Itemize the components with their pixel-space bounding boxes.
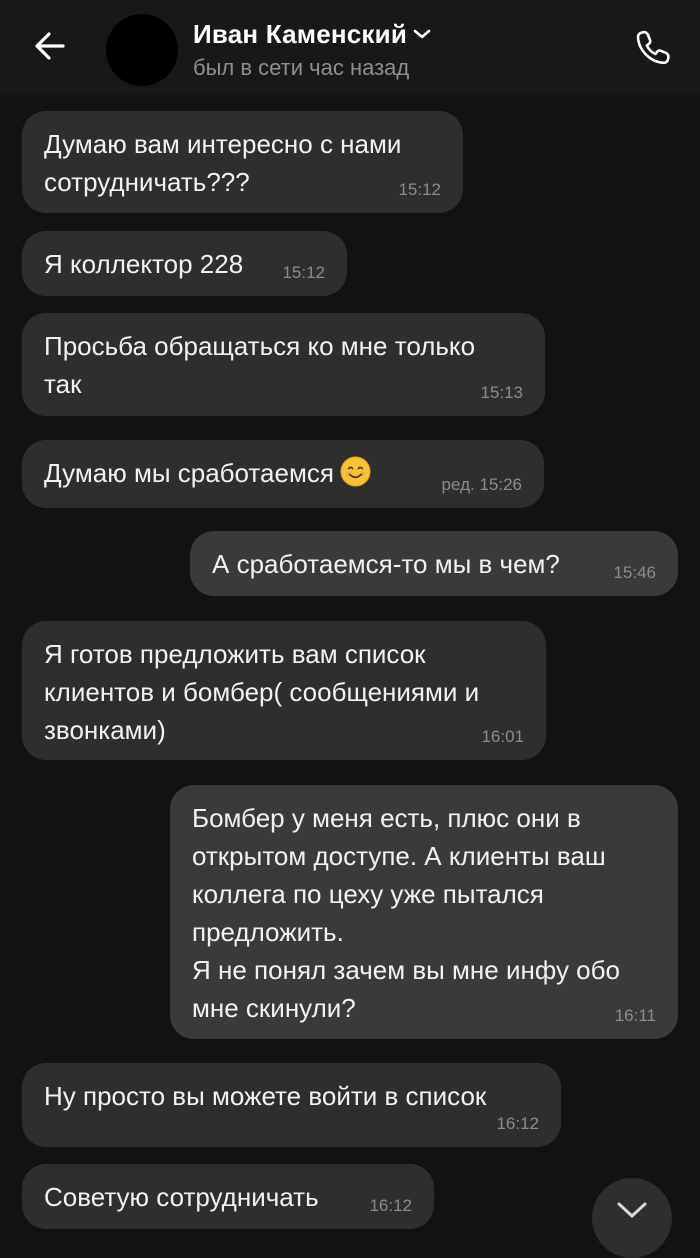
message-bubble-incoming[interactable]: Я готов предложить вам список клиентов и… xyxy=(22,621,546,760)
contact-status: был в сети час назад xyxy=(193,55,410,80)
message-bubble-outgoing[interactable]: Бомбер у меня есть, плюс они в открытом … xyxy=(170,785,678,1039)
message-time: 15:12 xyxy=(282,263,325,282)
message-text: Думаю вам интересно с нами сотрудничать?… xyxy=(44,129,402,197)
message-bubble-incoming[interactable]: Думаю вам интересно с нами сотрудничать?… xyxy=(22,111,463,213)
message-time: 15:13 xyxy=(480,383,523,402)
call-button[interactable] xyxy=(630,24,676,70)
message-time: 15:46 xyxy=(613,563,656,582)
contact-name[interactable]: Иван Каменский xyxy=(193,19,431,50)
message-time: 16:12 xyxy=(496,1114,539,1133)
message-bubble-outgoing[interactable]: А сработаемся-то мы в чем? 15:46 xyxy=(190,531,678,596)
message-bubble-incoming[interactable]: Ну просто вы можете войти в список 16:12 xyxy=(22,1063,561,1147)
contact-name-text: Иван Каменский xyxy=(193,19,407,49)
phone-icon xyxy=(636,30,670,65)
message-text: Просьба обращаться ко мне только так xyxy=(44,331,476,399)
message-time: 16:12 xyxy=(369,1196,412,1215)
message-bubble-incoming[interactable]: Советую сотрудничать 16:12 xyxy=(22,1164,434,1229)
arrow-left-icon xyxy=(35,32,65,60)
chat-header: Иван Каменский был в сети час назад xyxy=(0,0,700,95)
message-text-content: Думаю мы сработаемся xyxy=(44,458,334,488)
message-text: Ну просто вы можете войти в список xyxy=(44,1081,487,1111)
back-button[interactable] xyxy=(28,24,72,68)
chevron-down-icon xyxy=(617,1202,647,1218)
message-time: 16:11 xyxy=(614,1006,656,1025)
message-time: 16:01 xyxy=(481,727,524,746)
message-time: 15:12 xyxy=(398,180,441,199)
message-text: Советую сотрудничать xyxy=(44,1182,319,1212)
message-text: А сработаемся-то мы в чем? xyxy=(212,549,560,579)
message-text: Я готов предложить вам список клиентов и… xyxy=(44,639,480,745)
chevron-down-icon xyxy=(413,29,431,39)
avatar[interactable] xyxy=(106,14,178,86)
message-time: ред. 15:26 xyxy=(441,475,522,494)
scroll-to-bottom-button[interactable] xyxy=(592,1178,672,1258)
message-bubble-incoming[interactable]: Просьба обращаться ко мне только так 15:… xyxy=(22,313,545,416)
smiling-face-emoji xyxy=(340,456,371,487)
message-bubble-incoming[interactable]: Думаю мы сработаемся ред. 15:26 xyxy=(22,440,544,508)
message-bubble-incoming[interactable]: Я коллектор 228 15:12 xyxy=(22,231,347,296)
message-text: Бомбер у меня есть, плюс они в открытом … xyxy=(192,803,620,1023)
